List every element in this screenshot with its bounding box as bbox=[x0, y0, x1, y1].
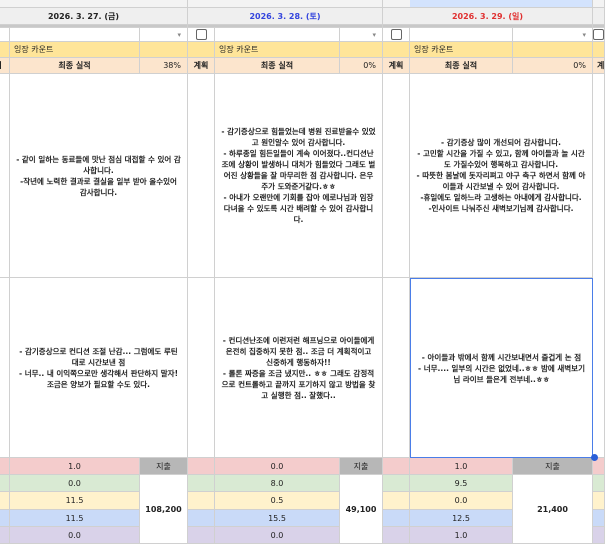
metric-value: 1.0 bbox=[410, 527, 513, 544]
expense-label: 지출 bbox=[340, 458, 383, 475]
metric-value: 11.5 bbox=[10, 492, 140, 510]
metric-value: 9.5 bbox=[410, 475, 513, 492]
plan-label: 계획 bbox=[188, 58, 215, 74]
category-empty bbox=[140, 42, 188, 58]
plan-label: 계획 bbox=[0, 58, 10, 74]
percent-value: 0% bbox=[513, 58, 593, 74]
category-label: 잉장 카운트 bbox=[215, 42, 340, 58]
metric-value: 15.5 bbox=[215, 510, 340, 527]
expense-label: 지출 bbox=[513, 458, 593, 475]
plan-value-cell bbox=[593, 492, 605, 510]
plan-empty bbox=[383, 74, 410, 278]
date-header: 2026. 3. 29. (일) bbox=[383, 8, 593, 25]
checkbox-cell bbox=[188, 28, 215, 42]
plan-value-cell bbox=[0, 458, 10, 475]
plan-value-cell bbox=[188, 527, 215, 544]
date-header bbox=[593, 8, 605, 25]
metric-value: 0.5 bbox=[215, 492, 340, 510]
dropdown-arrow-icon[interactable]: ▾ bbox=[513, 28, 593, 42]
category-plan-cell bbox=[593, 42, 605, 58]
plan-value-cell bbox=[188, 492, 215, 510]
reflection-comment[interactable]: - 감기증상으로 컨디션 조절 난감... 그럼에도 루틴대로 시간보낸 점- … bbox=[10, 278, 188, 458]
dropdown-cell[interactable] bbox=[215, 28, 340, 42]
plan-empty bbox=[383, 278, 410, 458]
plan-value-cell bbox=[0, 475, 10, 492]
selection-fill-handle[interactable] bbox=[591, 454, 598, 461]
plan-value-cell bbox=[593, 527, 605, 544]
plan-empty bbox=[593, 74, 605, 458]
dropdown-cell[interactable] bbox=[10, 28, 140, 42]
expense-amount: 21,400 bbox=[513, 475, 593, 544]
plan-empty bbox=[0, 74, 10, 278]
plan-label: 계획 bbox=[383, 58, 410, 74]
date-header: 2026. 3. 27. (금) bbox=[0, 8, 188, 25]
plan-value-cell bbox=[593, 510, 605, 527]
category-plan-cell bbox=[383, 42, 410, 58]
checkbox[interactable] bbox=[593, 29, 604, 40]
category-empty bbox=[513, 42, 593, 58]
metric-value: 0.0 bbox=[410, 492, 513, 510]
metric-value: 0.0 bbox=[215, 458, 340, 475]
percent-value: 38% bbox=[140, 58, 188, 74]
metric-value: 8.0 bbox=[215, 475, 340, 492]
plan-value-cell bbox=[0, 527, 10, 544]
gratitude-comment[interactable]: - 감기증상 많이 개선되어 감사합니다. - 고민할 시간을 가질 수 있고, … bbox=[410, 74, 593, 278]
final-result-label: 최종 실적 bbox=[215, 58, 340, 74]
plan-value-cell bbox=[0, 492, 10, 510]
date-header: 2026. 3. 28. (토) bbox=[188, 8, 383, 25]
plan-value-cell bbox=[383, 458, 410, 475]
plan-value-cell bbox=[383, 527, 410, 544]
plan-value-cell bbox=[188, 458, 215, 475]
header-top-row bbox=[593, 0, 605, 8]
plan-value-cell bbox=[188, 475, 215, 492]
plan-value-cell bbox=[593, 475, 605, 492]
plan-empty bbox=[188, 74, 215, 278]
plan-value-cell bbox=[0, 510, 10, 527]
reflection-comment[interactable]: - 컨디션난조에 이런저런 해프닝으로 아이들에게 온전히 집중하지 못한 점.… bbox=[215, 278, 383, 458]
plan-value-cell bbox=[383, 510, 410, 527]
plan-value-cell bbox=[383, 492, 410, 510]
plan-value-cell bbox=[188, 510, 215, 527]
gratitude-comment[interactable]: - 감기증상으로 힘들었는데 병원 진료받을수 있었고 원인알수 있어 감사합니… bbox=[215, 74, 383, 278]
dropdown-arrow-icon[interactable]: ▾ bbox=[140, 28, 188, 42]
category-empty bbox=[340, 42, 383, 58]
checkbox[interactable] bbox=[390, 29, 402, 40]
selected-column-header bbox=[410, 0, 593, 8]
plan-empty bbox=[188, 278, 215, 458]
final-result-label: 최종 실적 bbox=[10, 58, 140, 74]
plan-value-cell bbox=[383, 475, 410, 492]
gratitude-comment[interactable]: - 같이 일하는 동료들에 맛난 점심 대접할 수 있어 감사합니다. -작년에 … bbox=[10, 74, 188, 278]
category-plan-cell bbox=[188, 42, 215, 58]
expense-label: 지출 bbox=[140, 458, 188, 475]
checkbox-cell bbox=[383, 28, 410, 42]
metric-value: 0.0 bbox=[10, 527, 140, 544]
metric-value: 0.0 bbox=[215, 527, 340, 544]
metric-value: 1.0 bbox=[10, 458, 140, 475]
dropdown-arrow-icon[interactable]: ▾ bbox=[340, 28, 383, 42]
final-result-label: 최종 실적 bbox=[410, 58, 513, 74]
plan-empty bbox=[0, 278, 10, 458]
expense-amount: 108,200 bbox=[140, 475, 188, 544]
percent-value: 0% bbox=[340, 58, 383, 74]
checkbox-cell bbox=[593, 28, 605, 42]
metric-value: 12.5 bbox=[410, 510, 513, 527]
checkbox-cell bbox=[0, 28, 10, 42]
dropdown-cell[interactable] bbox=[410, 28, 513, 42]
metric-value: 11.5 bbox=[10, 510, 140, 527]
category-label: 잉장 카운트 bbox=[410, 42, 513, 58]
expense-amount: 49,100 bbox=[340, 475, 383, 544]
header-top-row bbox=[0, 0, 188, 8]
metric-value: 0.0 bbox=[10, 475, 140, 492]
category-label: 잉장 카운트 bbox=[10, 42, 140, 58]
checkbox[interactable] bbox=[195, 29, 207, 40]
header-top-row bbox=[188, 0, 383, 8]
reflection-comment[interactable]: - 아이들과 밖에서 함께 시간보내면서 즐겁게 논 점- 너무.... 일부의… bbox=[410, 278, 593, 458]
plan-label: 계 bbox=[593, 58, 605, 74]
category-plan-cell bbox=[0, 42, 10, 58]
metric-value: 1.0 bbox=[410, 458, 513, 475]
